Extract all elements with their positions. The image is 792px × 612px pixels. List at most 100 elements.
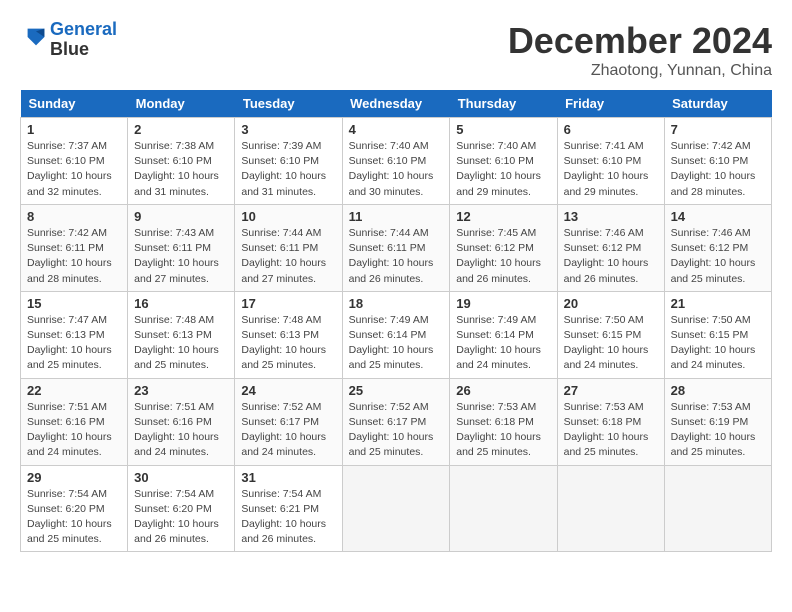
weekday-header-thursday: Thursday bbox=[450, 90, 557, 118]
day-info: Sunrise: 7:50 AMSunset: 6:15 PMDaylight:… bbox=[671, 313, 765, 374]
day-info: Sunrise: 7:52 AMSunset: 6:17 PMDaylight:… bbox=[241, 400, 335, 461]
calendar-cell bbox=[557, 465, 664, 552]
day-number: 26 bbox=[456, 383, 550, 398]
day-number: 30 bbox=[134, 470, 228, 485]
day-number: 14 bbox=[671, 209, 765, 224]
day-number: 18 bbox=[349, 296, 444, 311]
calendar-cell: 29 Sunrise: 7:54 AMSunset: 6:20 PMDayligh… bbox=[21, 465, 128, 552]
logo: General Blue bbox=[20, 20, 117, 60]
calendar-cell: 22 Sunrise: 7:51 AMSunset: 6:16 PMDayligh… bbox=[21, 378, 128, 465]
day-number: 19 bbox=[456, 296, 550, 311]
day-info: Sunrise: 7:37 AMSunset: 6:10 PMDaylight:… bbox=[27, 139, 121, 200]
calendar-cell: 25 Sunrise: 7:52 AMSunset: 6:17 PMDayligh… bbox=[342, 378, 450, 465]
day-info: Sunrise: 7:51 AMSunset: 6:16 PMDaylight:… bbox=[27, 400, 121, 461]
calendar-cell: 15 Sunrise: 7:47 AMSunset: 6:13 PMDayligh… bbox=[21, 291, 128, 378]
day-number: 22 bbox=[27, 383, 121, 398]
day-number: 3 bbox=[241, 122, 335, 137]
weekday-header-saturday: Saturday bbox=[664, 90, 771, 118]
calendar-cell: 27 Sunrise: 7:53 AMSunset: 6:18 PMDayligh… bbox=[557, 378, 664, 465]
page-header: General Blue December 2024 Zhaotong, Yun… bbox=[20, 20, 772, 80]
weekday-header-friday: Friday bbox=[557, 90, 664, 118]
day-number: 27 bbox=[564, 383, 658, 398]
day-info: Sunrise: 7:53 AMSunset: 6:18 PMDaylight:… bbox=[564, 400, 658, 461]
day-number: 31 bbox=[241, 470, 335, 485]
day-info: Sunrise: 7:45 AMSunset: 6:12 PMDaylight:… bbox=[456, 226, 550, 287]
calendar-cell: 12Sunrise: 7:45 AMSunset: 6:12 PMDayligh… bbox=[450, 204, 557, 291]
calendar-week-3: 15 Sunrise: 7:47 AMSunset: 6:13 PMDayligh… bbox=[21, 291, 772, 378]
day-number: 9 bbox=[134, 209, 228, 224]
calendar-cell: 30 Sunrise: 7:54 AMSunset: 6:20 PMDayligh… bbox=[128, 465, 235, 552]
calendar-week-1: 1 Sunrise: 7:37 AMSunset: 6:10 PMDaylight… bbox=[21, 118, 772, 205]
calendar-cell: 28Sunrise: 7:53 AMSunset: 6:19 PMDayligh… bbox=[664, 378, 771, 465]
day-info: Sunrise: 7:53 AMSunset: 6:18 PMDaylight:… bbox=[456, 400, 550, 461]
day-info: Sunrise: 7:40 AMSunset: 6:10 PMDaylight:… bbox=[456, 139, 550, 200]
calendar-cell: 26 Sunrise: 7:53 AMSunset: 6:18 PMDayligh… bbox=[450, 378, 557, 465]
day-number: 13 bbox=[564, 209, 658, 224]
calendar-cell: 14 Sunrise: 7:46 AMSunset: 6:12 PMDayligh… bbox=[664, 204, 771, 291]
calendar-week-4: 22 Sunrise: 7:51 AMSunset: 6:16 PMDayligh… bbox=[21, 378, 772, 465]
calendar-cell: 21 Sunrise: 7:50 AMSunset: 6:15 PMDayligh… bbox=[664, 291, 771, 378]
day-info: Sunrise: 7:46 AMSunset: 6:12 PMDaylight:… bbox=[671, 226, 765, 287]
day-number: 11 bbox=[349, 209, 444, 224]
calendar-week-2: 8 Sunrise: 7:42 AMSunset: 6:11 PMDaylight… bbox=[21, 204, 772, 291]
day-number: 1 bbox=[27, 122, 121, 137]
calendar-cell: 2 Sunrise: 7:38 AMSunset: 6:10 PMDaylight… bbox=[128, 118, 235, 205]
day-number: 10 bbox=[241, 209, 335, 224]
day-number: 16 bbox=[134, 296, 228, 311]
day-info: Sunrise: 7:49 AMSunset: 6:14 PMDaylight:… bbox=[456, 313, 550, 374]
calendar-cell: 7 Sunrise: 7:42 AMSunset: 6:10 PMDaylight… bbox=[664, 118, 771, 205]
day-info: Sunrise: 7:38 AMSunset: 6:10 PMDaylight:… bbox=[134, 139, 228, 200]
calendar-cell: 18 Sunrise: 7:49 AMSunset: 6:14 PMDayligh… bbox=[342, 291, 450, 378]
calendar-cell: 4 Sunrise: 7:40 AMSunset: 6:10 PMDaylight… bbox=[342, 118, 450, 205]
calendar-table: SundayMondayTuesdayWednesdayThursdayFrid… bbox=[20, 90, 772, 552]
logo-text: General Blue bbox=[50, 20, 117, 60]
day-number: 15 bbox=[27, 296, 121, 311]
day-info: Sunrise: 7:49 AMSunset: 6:14 PMDaylight:… bbox=[349, 313, 444, 374]
day-info: Sunrise: 7:41 AMSunset: 6:10 PMDaylight:… bbox=[564, 139, 658, 200]
day-info: Sunrise: 7:40 AMSunset: 6:10 PMDaylight:… bbox=[349, 139, 444, 200]
day-number: 6 bbox=[564, 122, 658, 137]
day-number: 23 bbox=[134, 383, 228, 398]
day-info: Sunrise: 7:51 AMSunset: 6:16 PMDaylight:… bbox=[134, 400, 228, 461]
day-info: Sunrise: 7:50 AMSunset: 6:15 PMDaylight:… bbox=[564, 313, 658, 374]
calendar-cell: 19 Sunrise: 7:49 AMSunset: 6:14 PMDayligh… bbox=[450, 291, 557, 378]
calendar-week-5: 29 Sunrise: 7:54 AMSunset: 6:20 PMDayligh… bbox=[21, 465, 772, 552]
day-number: 5 bbox=[456, 122, 550, 137]
calendar-cell: 3Sunrise: 7:39 AMSunset: 6:10 PMDaylight… bbox=[235, 118, 342, 205]
calendar-cell: 24Sunrise: 7:52 AMSunset: 6:17 PMDayligh… bbox=[235, 378, 342, 465]
weekday-header-sunday: Sunday bbox=[21, 90, 128, 118]
logo-icon bbox=[22, 23, 50, 51]
calendar-cell: 17Sunrise: 7:48 AMSunset: 6:13 PMDayligh… bbox=[235, 291, 342, 378]
day-number: 21 bbox=[671, 296, 765, 311]
day-info: Sunrise: 7:48 AMSunset: 6:13 PMDaylight:… bbox=[134, 313, 228, 374]
calendar-cell bbox=[664, 465, 771, 552]
day-info: Sunrise: 7:54 AMSunset: 6:20 PMDaylight:… bbox=[134, 487, 228, 548]
calendar-cell: 6 Sunrise: 7:41 AMSunset: 6:10 PMDaylight… bbox=[557, 118, 664, 205]
calendar-cell: 10 Sunrise: 7:44 AMSunset: 6:11 PMDayligh… bbox=[235, 204, 342, 291]
day-info: Sunrise: 7:44 AMSunset: 6:11 PMDaylight:… bbox=[349, 226, 444, 287]
day-number: 2 bbox=[134, 122, 228, 137]
day-info: Sunrise: 7:54 AMSunset: 6:21 PMDaylight:… bbox=[241, 487, 335, 548]
day-number: 7 bbox=[671, 122, 765, 137]
calendar-title: December 2024 bbox=[508, 20, 772, 62]
calendar-cell: 20Sunrise: 7:50 AMSunset: 6:15 PMDayligh… bbox=[557, 291, 664, 378]
day-number: 17 bbox=[241, 296, 335, 311]
calendar-subtitle: Zhaotong, Yunnan, China bbox=[508, 62, 772, 80]
day-number: 29 bbox=[27, 470, 121, 485]
day-number: 28 bbox=[671, 383, 765, 398]
day-number: 4 bbox=[349, 122, 444, 137]
day-info: Sunrise: 7:44 AMSunset: 6:11 PMDaylight:… bbox=[241, 226, 335, 287]
day-info: Sunrise: 7:47 AMSunset: 6:13 PMDaylight:… bbox=[27, 313, 121, 374]
day-info: Sunrise: 7:46 AMSunset: 6:12 PMDaylight:… bbox=[564, 226, 658, 287]
calendar-cell: 16 Sunrise: 7:48 AMSunset: 6:13 PMDayligh… bbox=[128, 291, 235, 378]
day-number: 25 bbox=[349, 383, 444, 398]
day-info: Sunrise: 7:42 AMSunset: 6:11 PMDaylight:… bbox=[27, 226, 121, 287]
calendar-cell bbox=[342, 465, 450, 552]
day-info: Sunrise: 7:42 AMSunset: 6:10 PMDaylight:… bbox=[671, 139, 765, 200]
day-number: 8 bbox=[27, 209, 121, 224]
day-info: Sunrise: 7:54 AMSunset: 6:20 PMDaylight:… bbox=[27, 487, 121, 548]
calendar-cell: 8 Sunrise: 7:42 AMSunset: 6:11 PMDaylight… bbox=[21, 204, 128, 291]
title-block: December 2024 Zhaotong, Yunnan, China bbox=[508, 20, 772, 80]
day-info: Sunrise: 7:52 AMSunset: 6:17 PMDaylight:… bbox=[349, 400, 444, 461]
calendar-cell: 1 Sunrise: 7:37 AMSunset: 6:10 PMDaylight… bbox=[21, 118, 128, 205]
